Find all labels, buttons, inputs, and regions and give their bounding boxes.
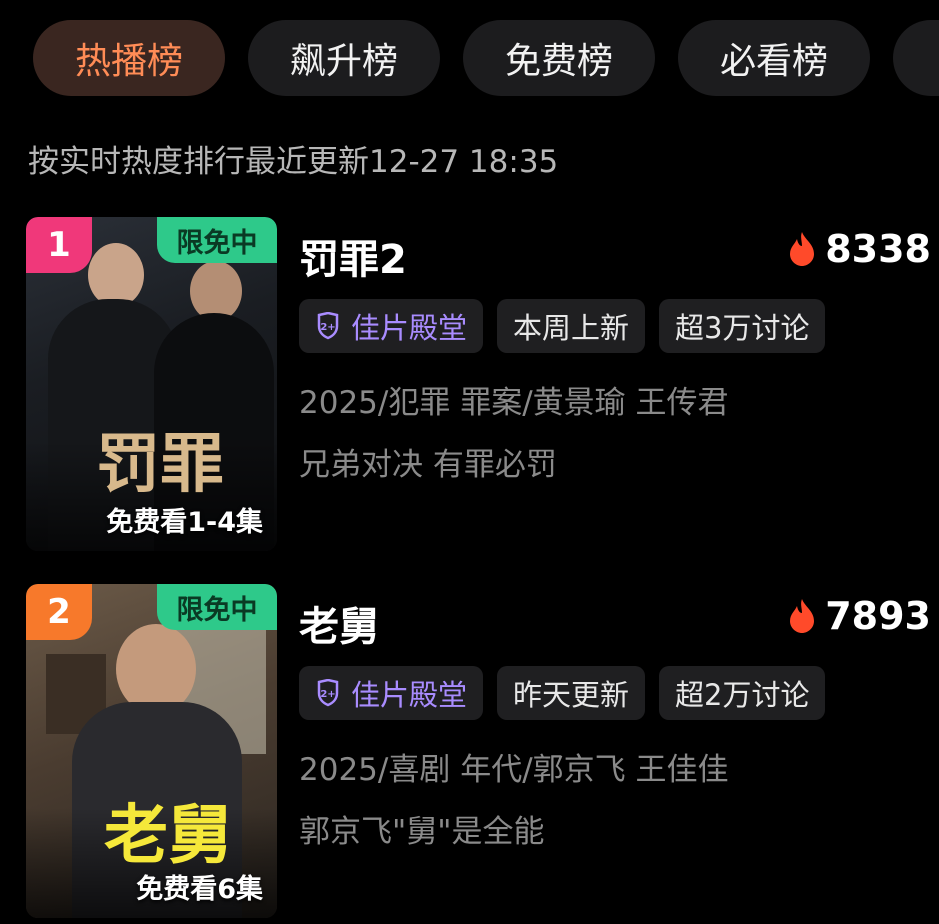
poster-figure [190, 261, 242, 321]
tag-update: 昨天更新 [497, 666, 646, 720]
list-item[interactable]: 老舅 2 限免中 免费看6集 老舅 7893 2+ 佳片殿堂 昨天更新 超2万讨… [0, 584, 939, 924]
tab-hot[interactable]: 热播榜 [33, 20, 225, 96]
tag-hall-of-fame[interactable]: 2+ 佳片殿堂 [299, 666, 484, 720]
poster-logo: 罚罪 [96, 427, 224, 502]
poster-image[interactable]: 老舅 2 限免中 免费看6集 [26, 584, 277, 918]
show-meta: 2025/犯罪 罪案/黄景瑜 王传君 [299, 385, 729, 421]
free-episodes-label: 免费看1-4集 [106, 507, 263, 538]
rank-badge: 2 [26, 584, 92, 640]
tab-free[interactable]: 免费榜 [463, 20, 655, 96]
heat-value: 8338 [825, 227, 931, 271]
flame-icon [790, 599, 815, 633]
show-title[interactable]: 老舅 [299, 594, 379, 652]
tab-more[interactable]: 上 [893, 20, 939, 96]
show-title[interactable]: 罚罪2 [299, 227, 407, 285]
heat-score: 7893 [787, 594, 931, 638]
free-episodes-label: 免费看6集 [136, 874, 263, 905]
show-desc: 兄弟对决 有罪必罚 [299, 447, 557, 483]
svg-text:2+: 2+ [320, 322, 335, 333]
tab-must-watch[interactable]: 必看榜 [678, 20, 870, 96]
svg-text:2+: 2+ [320, 689, 335, 700]
tag-discussion: 超2万讨论 [659, 666, 826, 720]
tag-row: 2+ 佳片殿堂 昨天更新 超2万讨论 [299, 666, 826, 720]
list-item[interactable]: 罚罪 1 限免中 免费看1-4集 罚罪2 8338 2+ 佳片殿堂 本周上新 超… [0, 217, 939, 557]
free-badge: 限免中 [157, 584, 277, 630]
show-meta: 2025/喜剧 年代/郭京飞 王佳佳 [299, 752, 729, 788]
show-desc: 郭京飞"舅"是全能 [299, 814, 545, 850]
heat-value: 7893 [825, 594, 931, 638]
tag-label: 佳片殿堂 [351, 678, 468, 712]
tag-discussion: 超3万讨论 [659, 299, 826, 353]
poster-figure [116, 624, 196, 714]
tag-update: 本周上新 [497, 299, 646, 353]
poster-figure [88, 243, 144, 307]
heat-score: 8338 [787, 227, 931, 271]
flame-icon [790, 232, 815, 266]
shield-2plus-icon: 2+ [317, 312, 339, 340]
tag-hall-of-fame[interactable]: 2+ 佳片殿堂 [299, 299, 484, 353]
rank-badge: 1 [26, 217, 92, 273]
tag-row: 2+ 佳片殿堂 本周上新 超3万讨论 [299, 299, 826, 353]
poster-image[interactable]: 罚罪 1 限免中 免费看1-4集 [26, 217, 277, 551]
poster-logo: 老舅 [104, 798, 232, 873]
ranking-tabs: 热播榜 飙升榜 免费榜 必看榜 上 [0, 0, 939, 110]
free-badge: 限免中 [157, 217, 277, 263]
tab-rising[interactable]: 飙升榜 [248, 20, 440, 96]
update-time-text: 按实时热度排行最近更新12-27 18:35 [28, 144, 559, 180]
tag-label: 佳片殿堂 [351, 311, 468, 345]
shield-2plus-icon: 2+ [317, 679, 339, 707]
